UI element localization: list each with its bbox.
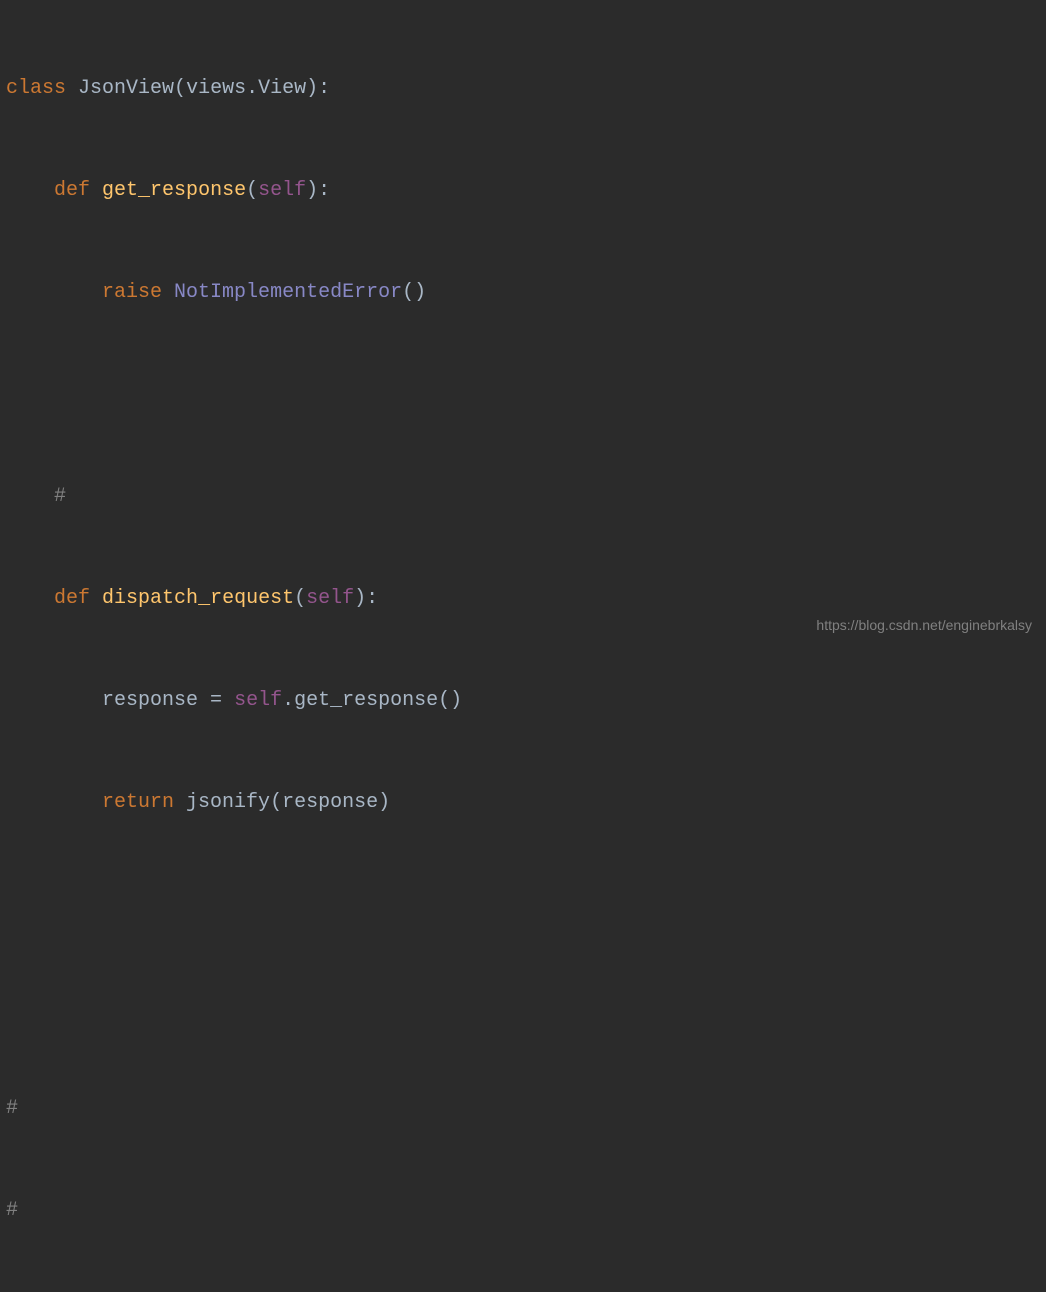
- keyword-return: return: [102, 786, 174, 820]
- keyword-def: def: [54, 174, 90, 208]
- code-line[interactable]: [6, 888, 1046, 922]
- identifier: View: [258, 72, 306, 106]
- identifier: views: [186, 72, 246, 106]
- code-line[interactable]: [6, 378, 1046, 412]
- paren: ): [306, 174, 318, 208]
- paren: (: [174, 72, 186, 106]
- indent: [6, 684, 102, 718]
- code-line[interactable]: response = self.get_response(): [6, 684, 1046, 718]
- comment: #: [6, 1194, 18, 1228]
- indent: [6, 582, 54, 616]
- space: [174, 786, 186, 820]
- keyword-raise: raise: [102, 276, 162, 310]
- space: [66, 72, 78, 106]
- param-self: self: [306, 582, 354, 616]
- paren: (: [270, 786, 282, 820]
- comment: #: [6, 1092, 18, 1126]
- code-line[interactable]: return jsonify(response): [6, 786, 1046, 820]
- space: [198, 684, 210, 718]
- code-line[interactable]: class JsonView(views.View):: [6, 72, 1046, 106]
- code-line[interactable]: def dispatch_request(self):: [6, 582, 1046, 616]
- dot: .: [282, 684, 294, 718]
- colon: :: [318, 72, 330, 106]
- argument: response: [282, 786, 378, 820]
- paren: ): [354, 582, 366, 616]
- dot: .: [246, 72, 258, 106]
- function-name: get_response: [102, 174, 246, 208]
- code-line[interactable]: #: [6, 1194, 1046, 1228]
- indent: [6, 786, 102, 820]
- keyword-def: def: [54, 582, 90, 616]
- code-line[interactable]: #: [6, 1092, 1046, 1126]
- code-line[interactable]: #: [6, 480, 1046, 514]
- indent: [6, 480, 54, 514]
- watermark-text: https://blog.csdn.net/enginebrkalsy: [816, 614, 1032, 638]
- comment: #: [54, 480, 66, 514]
- operator-eq: =: [210, 684, 222, 718]
- parens: (): [402, 276, 426, 310]
- class-name: JsonView: [78, 72, 174, 106]
- space: [90, 174, 102, 208]
- self-ref: self: [234, 684, 282, 718]
- indent: [6, 174, 54, 208]
- paren: ): [306, 72, 318, 106]
- variable: response: [102, 684, 198, 718]
- colon: :: [366, 582, 378, 616]
- paren: ): [378, 786, 390, 820]
- colon: :: [318, 174, 330, 208]
- space: [90, 582, 102, 616]
- code-line[interactable]: def get_response(self):: [6, 174, 1046, 208]
- keyword-class: class: [6, 72, 66, 106]
- indent: [6, 276, 102, 310]
- paren: (: [294, 582, 306, 616]
- code-editor[interactable]: class JsonView(views.View): def get_resp…: [0, 0, 1046, 1292]
- space: [222, 684, 234, 718]
- builtin-exception: NotImplementedError: [174, 276, 402, 310]
- space: [162, 276, 174, 310]
- method-call: get_response: [294, 684, 438, 718]
- param-self: self: [258, 174, 306, 208]
- code-line[interactable]: raise NotImplementedError(): [6, 276, 1046, 310]
- parens: (): [438, 684, 462, 718]
- code-line[interactable]: [6, 990, 1046, 1024]
- paren: (: [246, 174, 258, 208]
- function-call: jsonify: [186, 786, 270, 820]
- function-name: dispatch_request: [102, 582, 294, 616]
